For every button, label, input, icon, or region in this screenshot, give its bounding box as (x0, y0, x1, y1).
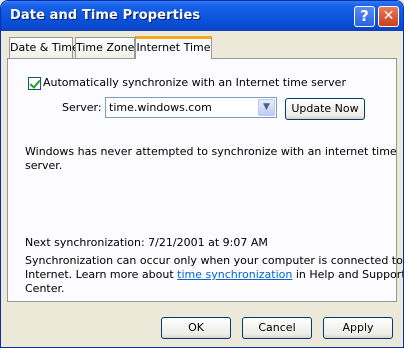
note-prefix: Internet. Learn more about (25, 268, 178, 281)
tab-date-time[interactable]: Date & Time (9, 37, 79, 58)
window-title: Date and Time Properties (10, 8, 201, 23)
close-button[interactable]: ✕ (378, 6, 399, 27)
ok-button[interactable]: OK (161, 317, 231, 339)
server-label: Server: (62, 101, 102, 114)
next-sync-text: Next synchronization: 7/21/2001 at 9:07 … (25, 236, 268, 249)
auto-sync-label[interactable]: Automatically synchronize with an Intern… (43, 76, 346, 89)
update-now-button[interactable]: Update Now (285, 98, 365, 120)
chevron-down-icon[interactable]: ▼ (258, 99, 275, 116)
server-combobox[interactable]: time.windows.com ▼ (105, 97, 277, 118)
cancel-button[interactable]: Cancel (242, 317, 312, 339)
tab-internet-time[interactable]: Internet Time (135, 36, 212, 59)
status-text-line1: Windows has never attempted to synchroni… (25, 145, 397, 158)
date-time-properties-dialog: Date and Time Properties ? ✕ Date & Time… (0, 0, 404, 348)
server-value: time.windows.com (109, 101, 212, 114)
note-line1: Synchronization can occur only when your… (25, 254, 404, 267)
note-suffix: in Help and Support (292, 268, 404, 281)
title-bar[interactable]: Date and Time Properties ? ✕ (1, 1, 403, 31)
status-text-line2: server. (25, 159, 63, 172)
checkmark-icon (29, 77, 41, 89)
note-line3: Center. (25, 282, 65, 295)
apply-button[interactable]: Apply (323, 317, 393, 339)
auto-sync-checkbox[interactable] (28, 77, 41, 90)
time-sync-help-link[interactable]: time synchronization (177, 268, 292, 281)
help-button[interactable]: ? (354, 6, 375, 27)
tab-time-zone[interactable]: Time Zone (75, 37, 135, 58)
note-line2: Internet. Learn more about time synchron… (25, 268, 404, 281)
